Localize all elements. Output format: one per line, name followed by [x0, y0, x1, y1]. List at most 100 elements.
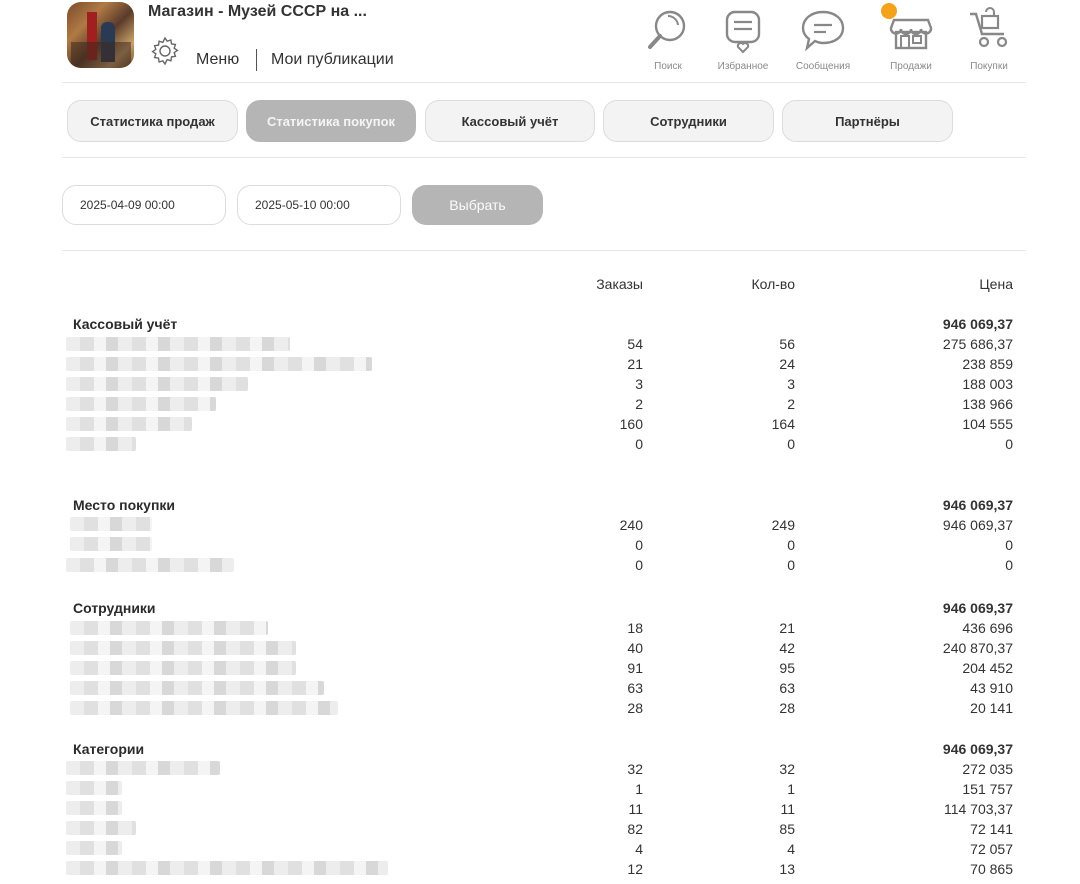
nav-search[interactable]: Поиск	[630, 6, 706, 76]
notification-dot	[881, 3, 897, 19]
cell-orders: 0	[635, 557, 643, 573]
cell-price: 0	[1005, 537, 1013, 553]
redacted-label	[66, 801, 122, 815]
nav-favorites[interactable]: Избранное	[705, 6, 781, 76]
cell-qty: 3	[787, 376, 795, 392]
app-header: Магазин - Музей СССР на ... Меню Мои пуб…	[0, 0, 1080, 82]
date-from-input[interactable]	[62, 185, 226, 225]
redacted-label	[66, 781, 122, 795]
cell-price: 138 966	[962, 396, 1013, 412]
shop-avatar[interactable]	[67, 2, 134, 68]
redacted-label	[70, 517, 152, 531]
cell-qty: 0	[787, 557, 795, 573]
cell-qty: 13	[779, 861, 795, 877]
cell-qty: 164	[771, 416, 795, 432]
cell-orders: 1	[635, 781, 643, 797]
redacted-label	[70, 661, 296, 675]
cell-orders: 40	[627, 640, 643, 656]
apply-button[interactable]: Выбрать	[412, 185, 543, 225]
nav-purchases[interactable]: Покупки	[951, 6, 1027, 76]
cell-qty: 11	[780, 801, 795, 817]
cell-qty: 42	[779, 640, 795, 656]
cell-orders: 0	[635, 436, 643, 452]
cell-price: 204 452	[962, 660, 1013, 676]
redacted-label	[66, 821, 136, 835]
favorites-icon	[725, 10, 761, 54]
section-total: 946 069,37	[942, 741, 1013, 757]
cell-price: 240 870,37	[942, 640, 1013, 656]
cell-orders: 2	[635, 396, 643, 412]
redacted-label	[70, 701, 338, 715]
cell-qty: 1	[787, 781, 795, 797]
redacted-label	[66, 841, 122, 855]
nav-sales[interactable]: Продажи	[873, 3, 949, 76]
nav-search-label: Поиск	[654, 61, 682, 72]
redacted-label	[66, 397, 216, 411]
cell-orders: 11	[628, 801, 643, 817]
filter-divider	[62, 250, 1026, 251]
cell-qty: 63	[779, 680, 795, 696]
cell-orders: 0	[635, 537, 643, 553]
redacted-label	[70, 537, 152, 551]
nav-messages-label: Сообщения	[795, 61, 851, 72]
cell-orders: 91	[627, 660, 643, 676]
messages-icon	[801, 10, 845, 52]
cell-price: 70 865	[970, 861, 1013, 877]
nav-messages[interactable]: Сообщения	[785, 6, 861, 76]
redacted-label	[66, 558, 234, 572]
cell-orders: 63	[627, 680, 643, 696]
tab-cash-accounting[interactable]: Кассовый учёт	[425, 100, 595, 142]
cell-qty: 32	[779, 761, 795, 777]
nav-sales-label: Продажи	[890, 61, 932, 72]
section-title: Место покупки	[73, 497, 176, 513]
redacted-label	[66, 761, 220, 775]
cell-orders: 54	[627, 336, 643, 352]
my-publications-link[interactable]: Мои публикации	[271, 51, 394, 69]
cell-orders: 3	[635, 376, 643, 392]
menu-link[interactable]: Меню	[196, 51, 239, 69]
cell-orders: 32	[627, 761, 643, 777]
date-to-input[interactable]	[237, 185, 401, 225]
section-total: 946 069,37	[942, 316, 1013, 332]
cell-price: 72 141	[970, 821, 1013, 837]
cell-orders: 18	[627, 620, 643, 636]
cell-price: 114 703,37	[943, 801, 1013, 817]
cell-price: 946 069,37	[942, 517, 1013, 533]
cell-qty: 0	[787, 436, 795, 452]
shop-title[interactable]: Магазин - Музей СССР на ...	[148, 3, 367, 21]
cell-orders: 12	[627, 861, 643, 877]
cell-qty: 24	[779, 356, 795, 372]
divider	[256, 49, 257, 71]
cell-qty: 21	[779, 620, 795, 636]
gear-icon[interactable]	[148, 34, 182, 68]
redacted-label	[66, 337, 290, 351]
nav-favorites-label: Избранное	[717, 61, 769, 72]
header-divider	[62, 82, 1026, 83]
redacted-label	[66, 861, 388, 875]
redacted-label	[70, 621, 268, 635]
redacted-label	[70, 641, 296, 655]
cell-price: 0	[1005, 436, 1013, 452]
cell-qty: 4	[787, 841, 795, 857]
cell-price: 238 859	[962, 356, 1013, 372]
tab-employees[interactable]: Сотрудники	[603, 100, 774, 142]
redacted-label	[66, 437, 136, 451]
column-price: Цена	[979, 276, 1013, 292]
cell-orders: 21	[627, 356, 643, 372]
section-total: 946 069,37	[942, 600, 1013, 616]
cell-price: 275 686,37	[942, 336, 1013, 352]
tab-sales-stats[interactable]: Статистика продаж	[67, 100, 238, 142]
column-qty: Кол-во	[751, 276, 795, 292]
tabs-divider	[62, 157, 1026, 158]
redacted-label	[70, 681, 324, 695]
tab-partners[interactable]: Партнёры	[782, 100, 953, 142]
cell-qty: 85	[779, 821, 795, 837]
section-title: Категории	[73, 741, 145, 757]
tab-purchase-stats[interactable]: Статистика покупок	[246, 100, 416, 142]
redacted-label	[66, 357, 372, 371]
cell-price: 151 757	[962, 781, 1013, 797]
cell-price: 104 555	[962, 416, 1013, 432]
cell-qty: 2	[787, 396, 795, 412]
cell-orders: 160	[619, 416, 643, 432]
cell-qty: 0	[787, 537, 795, 553]
